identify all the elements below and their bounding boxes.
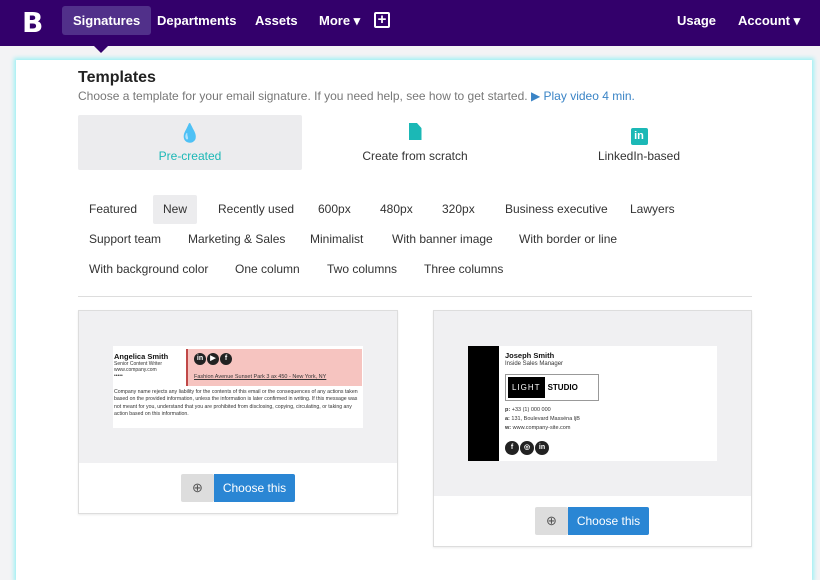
filter-600px[interactable]: 600px	[308, 195, 361, 224]
subtitle-text: Choose a template for your email signatu…	[78, 89, 528, 103]
sig-disclaimer: Company name rejects any liability for t…	[114, 389, 358, 417]
sig-name: Joseph Smith	[505, 351, 555, 360]
nav-more[interactable]: More ▾	[308, 6, 371, 35]
nav-usage[interactable]: Usage	[666, 6, 727, 35]
zoom-preview-button[interactable]: ⊕	[181, 474, 214, 502]
choose-this-button[interactable]: Choose this	[214, 474, 295, 502]
add-icon[interactable]: +	[374, 12, 390, 28]
instagram-icon: ◎	[520, 441, 534, 455]
page-title: Templates	[78, 69, 156, 86]
filter-recently-used[interactable]: Recently used	[208, 195, 304, 224]
filter-border-line[interactable]: With border or line	[509, 225, 627, 254]
zoom-preview-button[interactable]: ⊕	[535, 507, 568, 535]
filter-minimalist[interactable]: Minimalist	[300, 225, 373, 254]
top-navbar: B Signatures Departments Assets More ▾ +…	[0, 0, 820, 46]
filter-two-columns[interactable]: Two columns	[317, 255, 407, 284]
filter-banner-image[interactable]: With banner image	[382, 225, 503, 254]
logo[interactable]: B	[22, 6, 43, 39]
magnifier-icon: ⊕	[546, 513, 557, 528]
black-bar	[468, 346, 499, 461]
source-create-from-scratch[interactable]: Create from scratch	[303, 115, 527, 170]
video-link-text[interactable]: Play video 4 min.	[544, 89, 635, 103]
phone-label: p:	[505, 407, 511, 413]
page-subtitle: Choose a template for your email signatu…	[78, 89, 635, 103]
play-video-link[interactable]: ▶ Play video 4 min.	[531, 89, 635, 103]
youtube-icon: ▶	[207, 353, 219, 365]
source-pre-created[interactable]: 💧 Pre-created	[78, 115, 302, 170]
active-caret	[94, 46, 108, 53]
source-label: Create from scratch	[362, 149, 468, 163]
filter-featured[interactable]: Featured	[79, 195, 147, 224]
filter-lawyers[interactable]: Lawyers	[620, 195, 685, 224]
template-card[interactable]: Angelica Smith Senior Content Writer www…	[78, 310, 398, 514]
company-logo: LIGHT STUDIO	[505, 374, 599, 401]
linkedin-icon: in	[194, 353, 206, 365]
template-card[interactable]: Joseph Smith Inside Sales Manager LIGHT …	[433, 310, 752, 547]
filter-three-columns[interactable]: Three columns	[414, 255, 513, 284]
file-icon	[303, 123, 527, 143]
sig-role: Inside Sales Manager	[505, 361, 564, 367]
templates-panel: Templates Choose a template for your ema…	[16, 60, 812, 580]
magnifier-icon: ⊕	[192, 480, 203, 495]
sig-address: 131, Boulevard Masséna ljB	[511, 416, 580, 422]
logo-light: LIGHT	[508, 377, 545, 398]
filter-business-executive[interactable]: Business executive	[495, 195, 618, 224]
nav-account[interactable]: Account ▾	[727, 6, 811, 35]
linkedin-icon: in	[535, 441, 549, 455]
droplet-icon: 💧	[178, 123, 202, 143]
signature-preview: Joseph Smith Inside Sales Manager LIGHT …	[468, 346, 717, 461]
template-preview: Angelica Smith Senior Content Writer www…	[79, 311, 397, 463]
choose-this-button[interactable]: Choose this	[568, 507, 649, 535]
address-label: a:	[505, 416, 510, 422]
filter-background-color[interactable]: With background color	[79, 255, 218, 284]
template-preview: Joseph Smith Inside Sales Manager LIGHT …	[434, 311, 751, 496]
sig-banner: in ▶ f Fashion Avenue Sunset Park 3 ax 450…	[186, 349, 362, 386]
filter-new[interactable]: New	[153, 195, 198, 224]
source-label: LinkedIn-based	[597, 149, 681, 163]
sig-web: www.company-site.com	[512, 425, 571, 431]
linkedin-icon: in	[527, 123, 751, 145]
sig-dots: •••••	[114, 373, 123, 379]
divider	[78, 296, 752, 297]
sig-address: Fashion Avenue Sunset Park 3 ax 450 - Ne…	[194, 374, 327, 380]
signature-preview: Angelica Smith Senior Content Writer www…	[113, 346, 363, 428]
facebook-icon: f	[220, 353, 232, 365]
sig-phone: +33 (1) 000 000	[511, 407, 551, 413]
filter-480px[interactable]: 480px	[370, 195, 423, 224]
sig-name: Angelica Smith	[114, 352, 169, 361]
nav-assets[interactable]: Assets	[244, 6, 309, 35]
facebook-icon: f	[505, 441, 519, 455]
source-label: Pre-created	[158, 149, 222, 163]
nav-signatures[interactable]: Signatures	[62, 6, 152, 35]
nav-departments[interactable]: Departments	[146, 6, 247, 35]
logo-studio: STUDIO	[547, 383, 578, 392]
filter-marketing-sales[interactable]: Marketing & Sales	[178, 225, 295, 254]
filter-320px[interactable]: 320px	[432, 195, 485, 224]
web-label: w:	[505, 425, 512, 431]
filter-support-team[interactable]: Support team	[79, 225, 171, 254]
filter-one-column[interactable]: One column	[225, 255, 310, 284]
source-linkedin-based[interactable]: in LinkedIn-based	[527, 115, 751, 170]
